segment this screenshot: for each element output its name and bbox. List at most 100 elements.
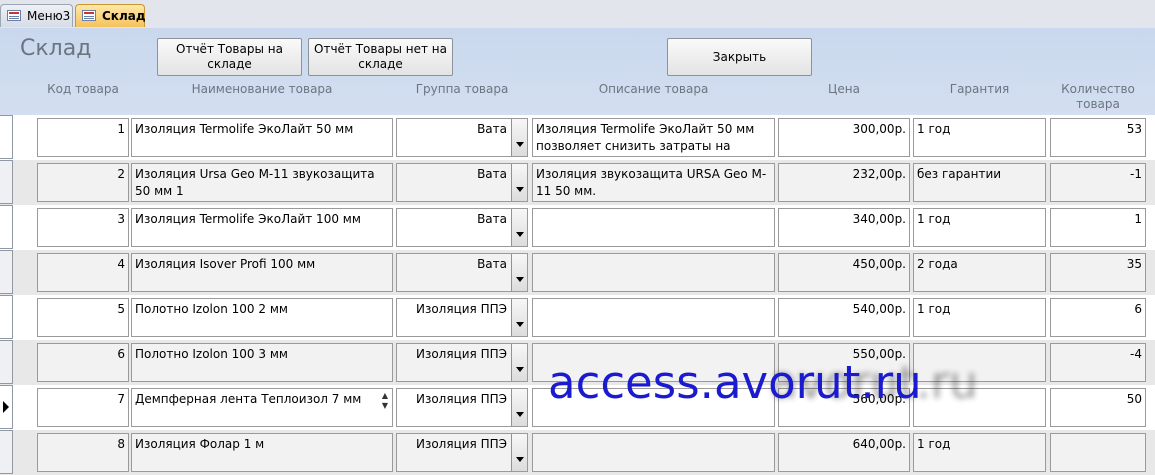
price-field[interactable]: 232,00р. [778,163,910,202]
report-in-stock-button[interactable]: Отчёт Товары на складе [157,38,302,76]
price-field[interactable]: 450,00р. [778,253,910,292]
group-value: Изоляция ППЭ [415,437,507,451]
column-header-warranty: Гарантия [949,82,1010,96]
quantity-field[interactable]: 1 [1050,208,1146,247]
price-field[interactable]: 340,00р. [778,208,910,247]
quantity-field[interactable]: 50 [1050,388,1146,427]
column-header-group: Группа товара [415,82,509,96]
warranty-field[interactable]: 1 год [913,298,1046,337]
tab-sklad[interactable]: Склад [75,4,146,27]
quantity-field[interactable] [1050,433,1146,472]
quantity-field[interactable]: 6 [1050,298,1146,337]
quantity-field[interactable]: 35 [1050,253,1146,292]
name-field[interactable]: Полотно Izolon 100 2 мм [131,298,393,337]
tab-menu3[interactable]: Меню3 [0,4,73,27]
group-value: Вата [477,212,507,226]
report-not-in-stock-button[interactable]: Отчёт Товары нет на складе [308,38,453,76]
price-field[interactable]: 300,00р. [778,118,910,157]
description-field[interactable]: Изоляция Termolife ЭкоЛайт 50 мм позволя… [532,118,775,157]
group-value: Изоляция ППЭ [415,347,507,361]
column-header-price: Цена [828,82,860,96]
tab-label: Меню3 [27,9,71,23]
name-field[interactable]: Изоляция Фолар 1 м [131,433,393,472]
record-row: 1 Изоляция Termolife ЭкоЛайт 50 мм Вата … [0,115,1155,160]
record-selector[interactable] [0,250,13,294]
record-selector[interactable] [0,205,13,249]
group-value: Вата [477,122,507,136]
column-header-code: Код товара [47,82,119,96]
dropdown-arrow-icon[interactable] [511,344,527,381]
record-row: 8 Изоляция Фолар 1 м Изоляция ППЭ 640,00… [0,430,1155,475]
dropdown-arrow-icon[interactable] [511,434,527,471]
name-field[interactable]: Изоляция Termolife ЭкоЛайт 50 мм [131,118,393,157]
warranty-field[interactable]: 2 года [913,253,1046,292]
record-row: 5 Полотно Izolon 100 2 мм Изоляция ППЭ 5… [0,295,1155,340]
page-title: Склад [20,36,92,61]
column-header-name: Наименование товара [191,82,333,96]
group-value: Вата [477,257,507,271]
column-header-description: Описание товара [598,82,709,96]
code-field[interactable]: 7 [37,388,129,427]
dropdown-arrow-icon[interactable] [511,389,527,426]
code-field[interactable]: 8 [37,433,129,472]
dropdown-arrow-icon[interactable] [511,254,527,291]
watermark: access.avorut.ru [548,356,922,409]
record-selector[interactable] [0,430,13,474]
group-value: Изоляция ППЭ [415,302,507,316]
dropdown-arrow-icon[interactable] [511,209,527,246]
description-field[interactable] [532,433,775,472]
code-field[interactable]: 4 [37,253,129,292]
quantity-field[interactable]: 53 [1050,118,1146,157]
code-field[interactable]: 2 [37,163,129,202]
group-value: Изоляция ППЭ [415,392,507,406]
record-selector-current-icon[interactable] [0,385,13,429]
group-combobox[interactable]: Изоляция ППЭ [396,343,528,382]
close-button[interactable]: Закрыть [667,38,812,76]
dropdown-arrow-icon[interactable] [511,119,527,156]
dropdown-arrow-icon[interactable] [511,299,527,336]
name-value: Демпферная лента Теплоизол 7 мм [135,392,362,406]
group-combobox[interactable]: Вата [396,118,528,157]
record-selector[interactable] [0,295,13,339]
record-selector[interactable] [0,160,13,204]
code-field[interactable]: 5 [37,298,129,337]
group-combobox[interactable]: Вата [396,253,528,292]
record-row: 2 Изоляция Ursa Geo M-11 звукозащита 50 … [0,160,1155,205]
document-tab-bar: Меню3 Склад [0,0,1155,28]
name-field[interactable]: Изоляция Termolife ЭкоЛайт 100 мм [131,208,393,247]
name-field[interactable]: Полотно Izolon 100 3 мм [131,343,393,382]
description-field[interactable]: Изоляция звукозащита URSA Geo M-11 50 мм… [532,163,775,202]
description-field[interactable] [532,298,775,337]
code-field[interactable]: 6 [37,343,129,382]
warranty-field[interactable]: 1 год [913,208,1046,247]
group-combobox[interactable]: Изоляция ППЭ [396,388,528,427]
form-icon [82,10,96,21]
group-combobox[interactable]: Вата [396,208,528,247]
record-row: 3 Изоляция Termolife ЭкоЛайт 100 мм Вата… [0,205,1155,250]
description-field[interactable] [532,208,775,247]
record-row: 4 Изоляция Isover Profi 100 мм Вата 450,… [0,250,1155,295]
tab-label: Склад [102,9,146,23]
warranty-field[interactable]: без гарантии [913,163,1046,202]
price-field[interactable]: 640,00р. [778,433,910,472]
code-field[interactable]: 3 [37,208,129,247]
warranty-field[interactable]: 1 год [913,118,1046,157]
quantity-field[interactable]: -4 [1050,343,1146,382]
name-field[interactable]: Демпферная лента Теплоизол 7 мм ▲ ▼ [131,388,393,427]
warranty-field[interactable]: 1 год [913,433,1046,472]
group-combobox[interactable]: Изоляция ППЭ [396,433,528,472]
quantity-field[interactable]: -1 [1050,163,1146,202]
group-combobox[interactable]: Вата [396,163,528,202]
name-field[interactable]: Изоляция Ursa Geo M-11 звукозащита 50 мм… [131,163,393,202]
code-field[interactable]: 1 [37,118,129,157]
record-selector[interactable] [0,340,13,384]
name-field[interactable]: Изоляция Isover Profi 100 мм [131,253,393,292]
group-value: Вата [477,167,507,181]
description-field[interactable] [532,253,775,292]
group-combobox[interactable]: Изоляция ППЭ [396,298,528,337]
dropdown-arrow-icon[interactable] [511,164,527,201]
price-field[interactable]: 540,00р. [778,298,910,337]
text-scroll-arrows-icon[interactable]: ▲ ▼ [379,391,391,424]
record-selector[interactable] [0,115,13,159]
column-header-quantity: Количество товара [1061,82,1135,111]
